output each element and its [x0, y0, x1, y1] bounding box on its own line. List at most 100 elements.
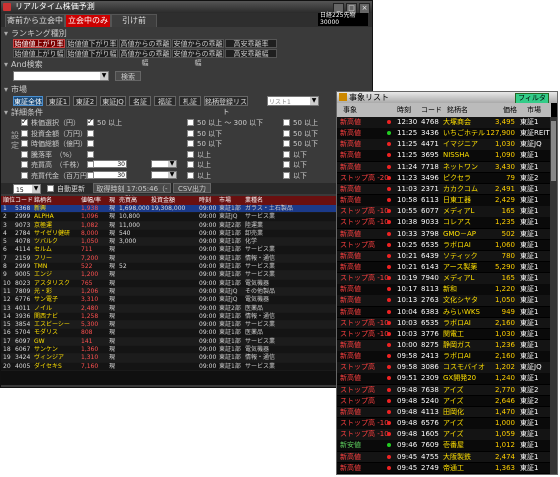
condition-checkbox-3[interactable]	[21, 150, 28, 158]
event-row[interactable]: 新高値 11:24 7718 ネットワン 3,430 東証1	[337, 161, 551, 173]
condition-option-checkbox-4-0[interactable]	[87, 161, 94, 168]
event-list-scrollbar[interactable]	[550, 117, 557, 474]
condition-option-checkbox-0-0[interactable]	[87, 117, 94, 126]
condition-checkbox-2[interactable]	[21, 140, 28, 147]
event-row[interactable]: ストップ高 -10 09:48 6576 アイズ 1,000 東証1	[337, 418, 551, 429]
market-button-6[interactable]: 札証	[179, 96, 201, 106]
condition-option-checkbox-5-0[interactable]	[87, 171, 94, 179]
condition-value-input-5[interactable]: 30	[93, 170, 127, 179]
condition-option-checkbox-2-0[interactable]	[87, 140, 94, 147]
event-row[interactable]: ストップ高 09:48 5240 アイズ 2,646 東証2	[337, 395, 551, 407]
ranking-button-6[interactable]: 始値値下がり幅	[66, 49, 118, 58]
market-button-1[interactable]: 東証1	[46, 96, 70, 106]
table-col-header-3[interactable]: 値幅/率	[81, 196, 101, 205]
condition-option-checkbox-3-2[interactable]	[283, 150, 290, 158]
table-col-header-4[interactable]: 現	[109, 196, 115, 205]
table-row[interactable]: 9 9005 エンジ 1,200 現 09:00 東証1部 サービス業	[1, 271, 366, 280]
event-row[interactable]: 新高値 11:25 3695 NISSHA 1,090 東証1	[337, 150, 551, 161]
market-button-4[interactable]: 名証	[129, 96, 151, 106]
table-row[interactable]: 10 8023 アスタリスク 765 現 09:00 東証1部 電気機器	[1, 279, 366, 288]
table-row[interactable]: 4 2784 サイゼリ健研 8,000 現 540 09:00 東証1部 卸売業	[1, 229, 366, 239]
event-col-header-1[interactable]: 時刻	[397, 103, 411, 117]
table-row[interactable]: 13 4011 ノイル 2,480 現 09:00 東証2部 医薬品	[1, 304, 366, 313]
event-row[interactable]: 新高値 10:21 6439 ソティック 780 東証1	[337, 250, 551, 262]
condition-checkbox-4[interactable]	[21, 161, 28, 168]
ranking-button-5[interactable]: 始値値上がり幅	[13, 49, 65, 58]
market-button-0[interactable]: 東証全体	[13, 96, 43, 106]
event-row[interactable]: ストップ高 -10 10:03 6535 ラボロAI 2,160 東証1	[337, 317, 551, 329]
ranking-button-2[interactable]: 高値からの乖離率	[119, 39, 171, 57]
condition-option-checkbox-1-1[interactable]	[187, 129, 194, 137]
event-row[interactable]: 新高値 10:33 3798 GMO－AP 502 東証1	[337, 228, 551, 239]
ranking-header[interactable]: ▾ ランキング種別	[4, 28, 67, 39]
event-row[interactable]: ストップ高 10:25 6535 ラボロAI 1,060 東証1	[337, 239, 551, 251]
event-col-header-5[interactable]: 市場	[527, 103, 541, 117]
condition-option-checkbox-3-1[interactable]	[187, 150, 194, 158]
condition-option-checkbox-3-0[interactable]	[87, 150, 94, 158]
event-row[interactable]: ストップ高 -10 10:19 7940 メディアL 165 東証1	[337, 273, 551, 284]
tab-session-only[interactable]: 立会中のみ	[65, 14, 111, 27]
event-row[interactable]: 新高値 10:21 6143 アース製薬 5,290 東証1	[337, 261, 551, 273]
condition-checkbox-1[interactable]	[21, 129, 28, 137]
condition-option-checkbox-2-1[interactable]	[187, 140, 194, 147]
condition-option-checkbox-4-2[interactable]	[283, 161, 290, 168]
event-row[interactable]: 新高値 11:25 3436 いちごホテル 127,900 東証REIT	[337, 128, 551, 139]
condition-option-checkbox-1-0[interactable]	[87, 129, 94, 137]
event-row[interactable]: 新高値 10:04 6383 みらいWKS 949 東証1	[337, 306, 551, 318]
table-row[interactable]: 7 2159 フリー 7,200 現 09:00 東証1部 情報・通信	[1, 254, 366, 264]
market-button-5[interactable]: 福証	[154, 96, 176, 106]
event-row[interactable]: ストップ高 09:48 7638 アイズ 2,770 東証2	[337, 384, 551, 396]
condition-option-checkbox-0-2[interactable]	[283, 119, 290, 126]
table-col-header-1[interactable]: コード	[15, 196, 33, 205]
event-row[interactable]: 新高値 10:00 8275 静岡ガス 1,236 東証1	[337, 340, 551, 351]
event-row[interactable]: 新高値 12:30 4768 大塚商会 3,495 東証1	[337, 117, 551, 128]
ranking-button-7[interactable]: 高値からの乖離幅	[119, 49, 171, 67]
event-row[interactable]: 新高値 11:03 2371 カカクコム 2,491 東証1	[337, 183, 551, 195]
condition-option-checkbox-1-2[interactable]	[283, 129, 290, 137]
list-select[interactable]: リスト1 ▼	[267, 96, 319, 106]
table-row[interactable]: 2 2999 ALPHA 1,096 現 10,800 09:00 東証JQ サービス業	[1, 213, 366, 222]
ranking-button-8[interactable]: 安値からの乖離幅	[172, 49, 224, 67]
event-row[interactable]: ストップ高 -10 09:48 1605 アイズ 1,059 東証1	[337, 429, 551, 440]
event-col-header-4[interactable]: 価格	[503, 103, 517, 117]
table-col-header-7[interactable]: 時刻	[199, 196, 211, 205]
condition-option-checkbox-2-2[interactable]	[283, 140, 290, 147]
table-col-header-8[interactable]: 市場	[219, 196, 231, 205]
table-col-header-6[interactable]: 投資金額	[151, 196, 175, 205]
event-row[interactable]: 新高値 09:51 2309 GX開発20 1,240 東証1	[337, 373, 551, 384]
search-button[interactable]: 検索	[115, 71, 141, 81]
table-row[interactable]: 19 3424 ヴィンジア 1,310 現 09:00 東証1部 情報・通信	[1, 354, 366, 363]
market-button-3[interactable]: 東証JQ	[100, 96, 126, 106]
condition-op-select-5[interactable]: ▼	[151, 170, 177, 179]
table-col-header-2[interactable]: 銘柄名	[34, 196, 52, 205]
event-row[interactable]: 新高値 10:13 2763 文化シヤタ 1,050 東証1	[337, 295, 551, 306]
event-col-header-3[interactable]: 銘柄名	[447, 103, 468, 117]
ranking-button-9[interactable]: 高安乖離幅	[225, 49, 277, 58]
table-row[interactable]: 11 7809 光・彩 1,206 現 09:00 東証JQ その他製品	[1, 287, 366, 297]
event-col-header-0[interactable]: 事象	[343, 103, 357, 117]
auto-update-checkbox[interactable]	[47, 185, 54, 192]
event-row[interactable]: ストップ高 -10 10:03 3776 関電工 1,030 東証1	[337, 328, 551, 340]
table-row[interactable]: 6 4114 セルム 711 現 09:00 東証1部 サービス業	[1, 246, 366, 255]
ranking-button-3[interactable]: 安値からの乖離率	[172, 39, 224, 57]
event-col-header-2[interactable]: コード	[421, 103, 442, 117]
tab-before-close[interactable]: 引け前	[111, 14, 157, 27]
table-col-header-5[interactable]: 売買高	[119, 196, 137, 205]
event-row[interactable]: 新高値 09:48 4113 田岡化 1,470 東証1	[337, 406, 551, 418]
window-titlebar[interactable]: リアルタイム株価予測 _ □ ×	[1, 1, 372, 14]
condition-option-checkbox-5-2[interactable]	[283, 171, 290, 179]
condition-option-checkbox-0-1[interactable]	[187, 119, 194, 126]
condition-checkbox-0[interactable]	[21, 117, 28, 126]
table-row[interactable]: 12 6776 サン電子 3,310 現 09:00 東証JQ 電気機器	[1, 296, 366, 305]
event-row[interactable]: 新高値 09:45 4755 大阪製鉄 2,474 東証1	[337, 451, 551, 462]
condition-value-input-4[interactable]: 30	[93, 160, 127, 168]
market-button-7[interactable]: 銘柄登録リスト	[204, 96, 248, 116]
and-search-select[interactable]: ▼	[13, 71, 109, 81]
event-row[interactable]: 新高値 11:25 4471 イマジニア 1,030 東証JQ	[337, 139, 551, 150]
tab-pre-open[interactable]: 寄前から立会中	[5, 14, 65, 27]
table-row[interactable]: 3 9073 京極運 1,082 現 11,000 09:00 東証2部 陸運業	[1, 221, 366, 230]
and-search-header[interactable]: ▾ And検索	[4, 59, 43, 70]
table-col-header-9[interactable]: 業種名	[245, 196, 263, 205]
table-row[interactable]: 17 6097 GW 141 現 09:00 東証1部 サービス業	[1, 337, 366, 347]
market-header[interactable]: ▾ 市場	[4, 84, 27, 95]
